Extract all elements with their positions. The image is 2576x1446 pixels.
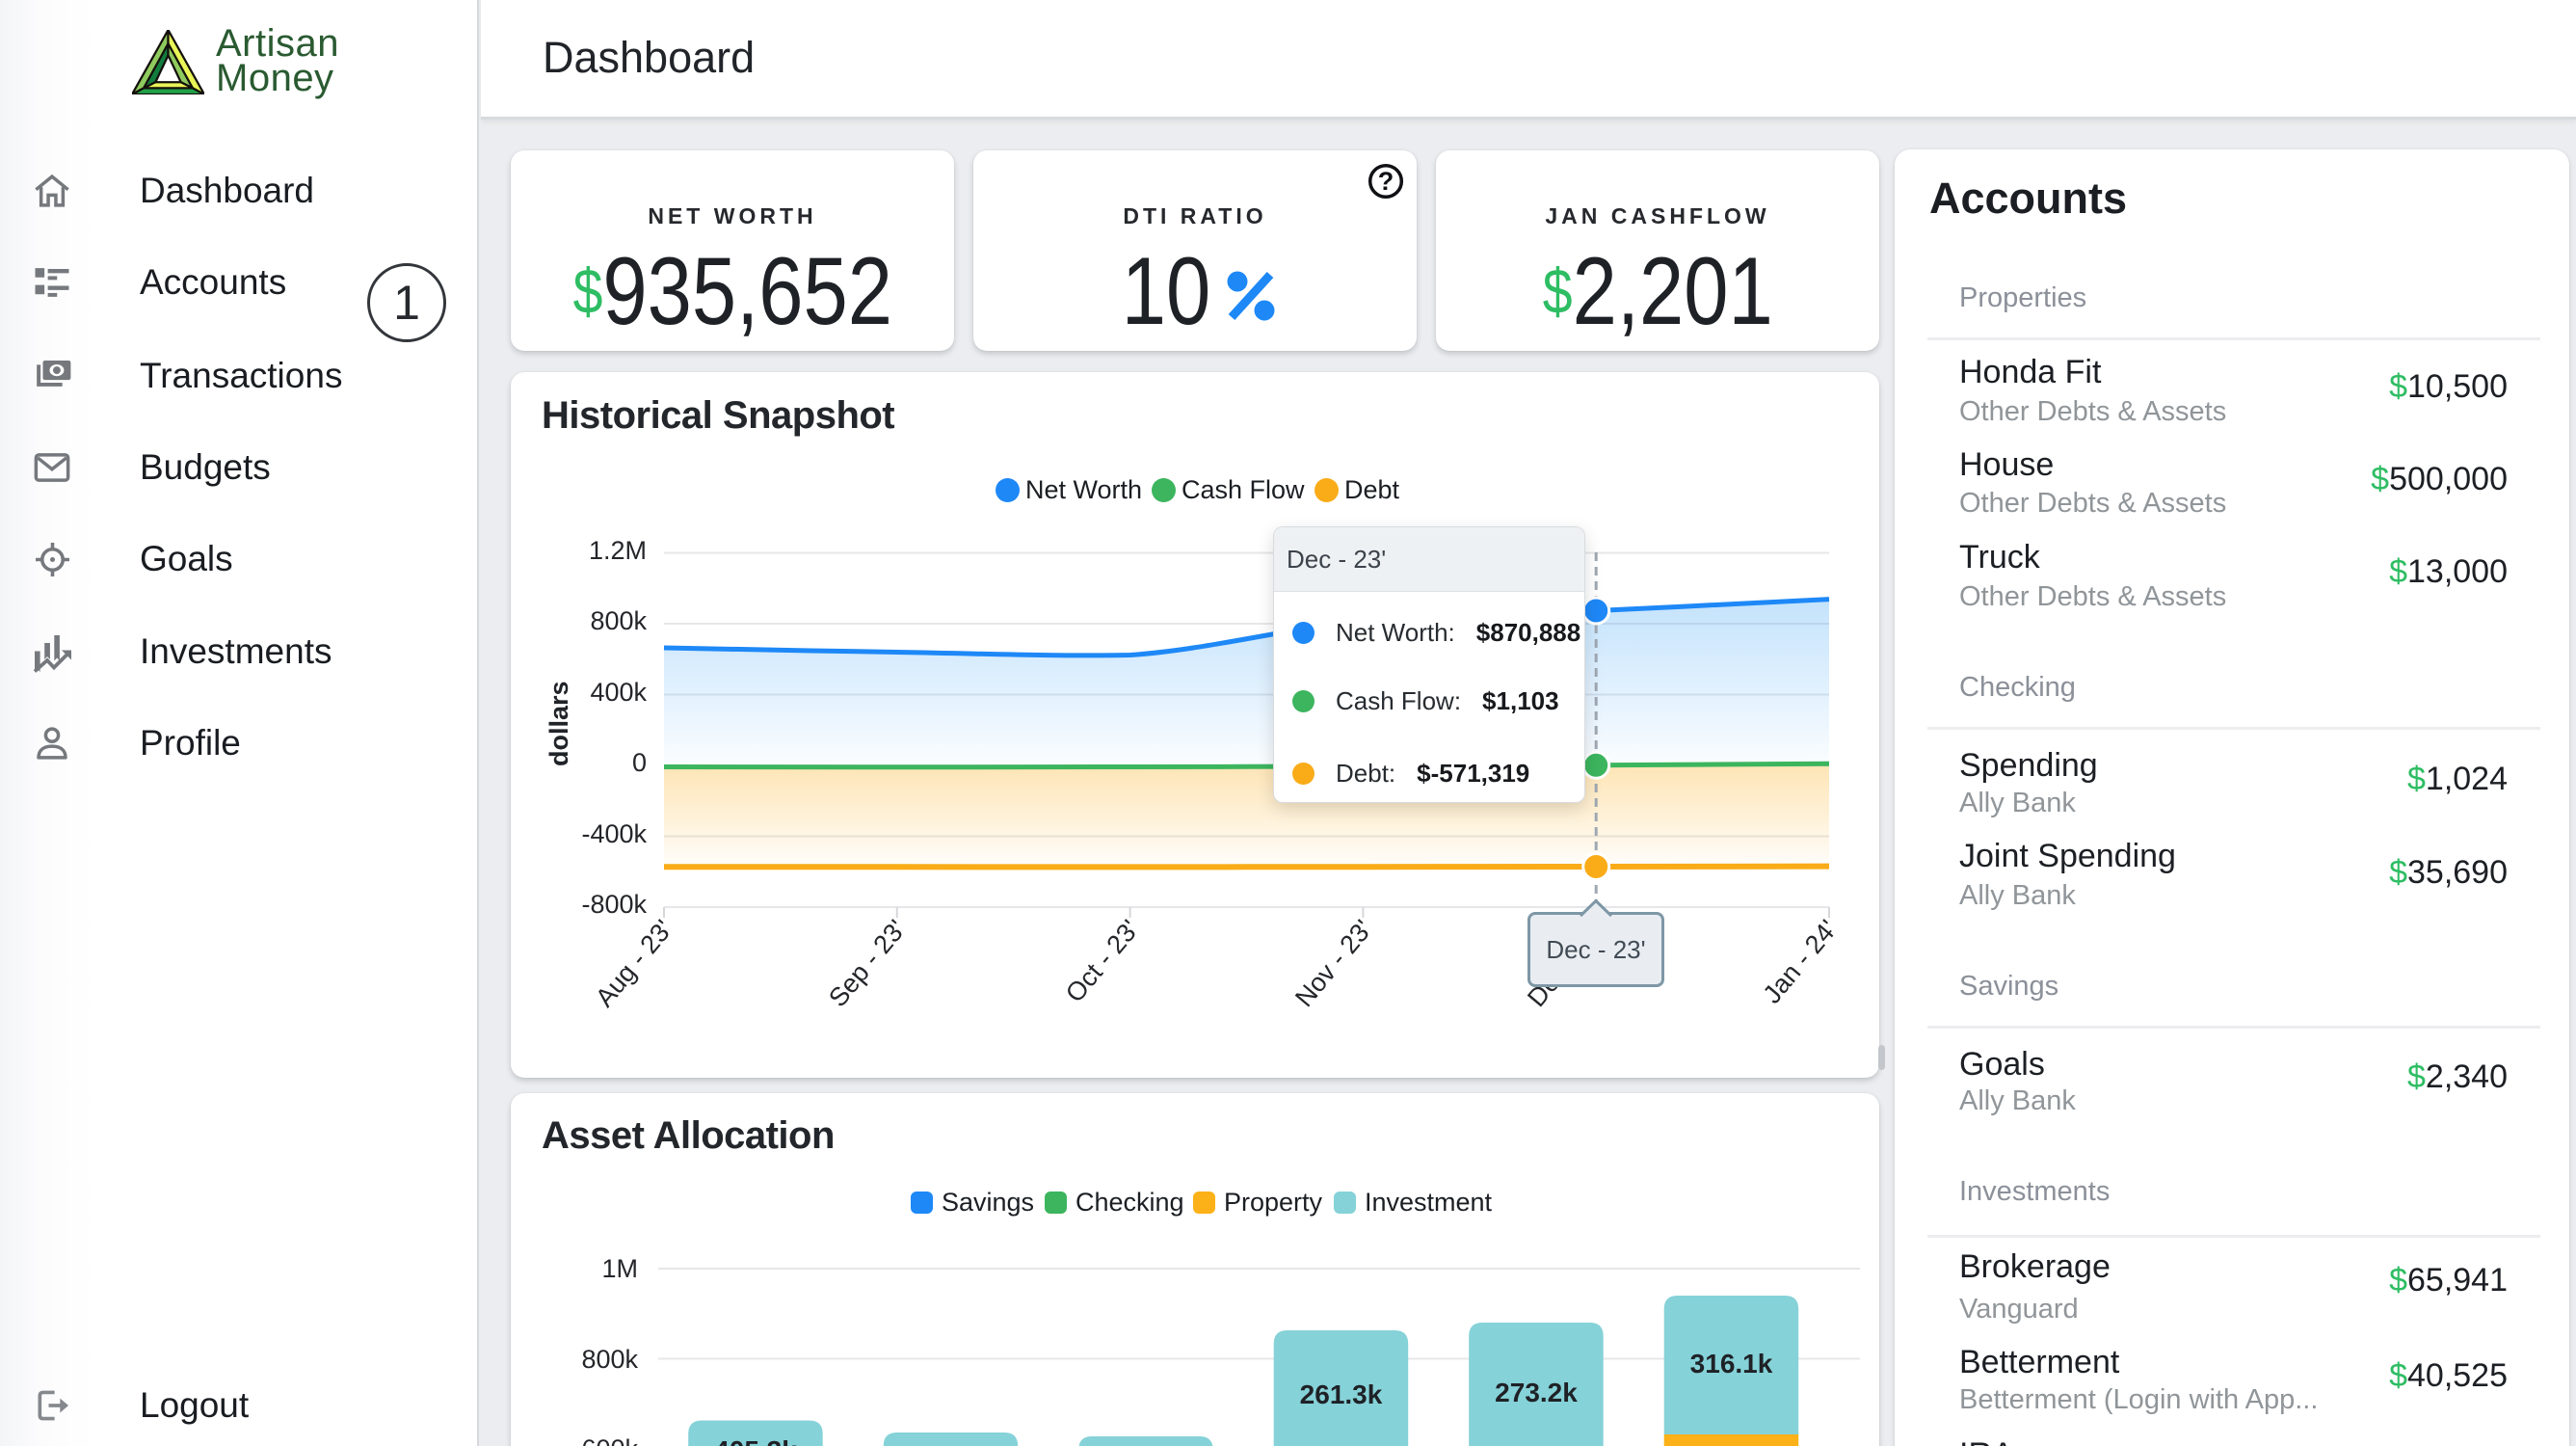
svg-text:405.3k: 405.3k — [714, 1435, 797, 1446]
svg-text:261.3k: 261.3k — [1300, 1379, 1383, 1409]
svg-text:316.1k: 316.1k — [1690, 1349, 1773, 1379]
svg-text:273.2k: 273.2k — [1495, 1378, 1578, 1407]
svg-text:?: ? — [1378, 167, 1394, 196]
